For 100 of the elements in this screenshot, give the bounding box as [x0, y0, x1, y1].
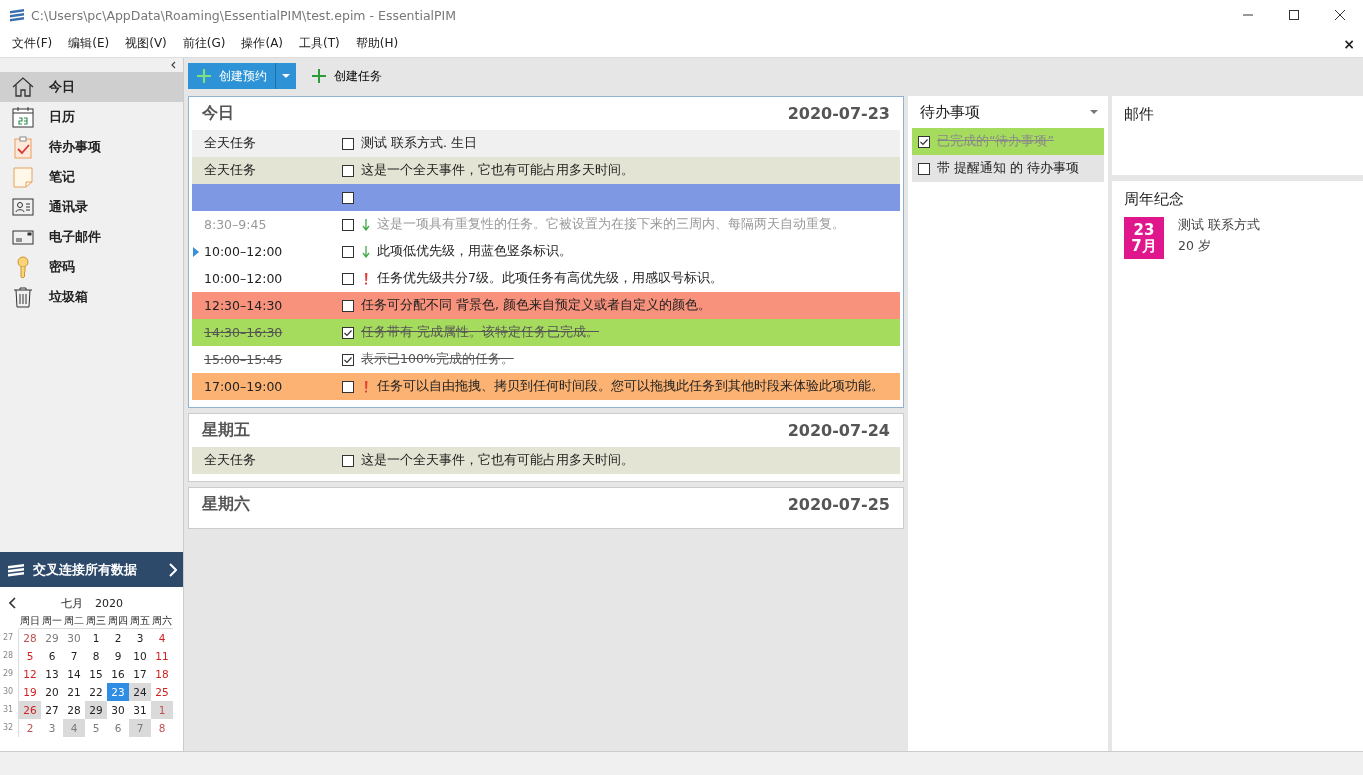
- checkbox[interactable]: [342, 353, 354, 366]
- checkbox[interactable]: [342, 380, 354, 393]
- crosslink-bar[interactable]: 交叉连接所有数据: [0, 552, 183, 587]
- plus-icon: [197, 69, 211, 83]
- event-text: 这是一个全天事件，它也有可能占用多天时间。: [361, 162, 634, 179]
- checkbox[interactable]: [342, 191, 354, 204]
- calendar-day[interactable]: 7: [63, 647, 85, 665]
- calendar-day[interactable]: 30: [63, 629, 85, 647]
- previous-month-icon[interactable]: [9, 597, 17, 609]
- weekday-label: 周日: [19, 614, 41, 629]
- sidebar-item[interactable]: 笔记: [0, 162, 183, 192]
- calendar-day[interactable]: 5: [85, 719, 107, 737]
- sidebar-item[interactable]: 日历: [0, 102, 183, 132]
- calendar-day[interactable]: 21: [63, 683, 85, 701]
- checkbox[interactable]: [342, 218, 354, 231]
- calendar-day[interactable]: 10: [129, 647, 151, 665]
- sidebar-item[interactable]: 垃圾箱: [0, 282, 183, 312]
- day-date: 2020-07-24: [787, 421, 890, 440]
- calendar-day[interactable]: 22: [85, 683, 107, 701]
- calendar-day[interactable]: 11: [151, 647, 173, 665]
- event-text: 这是一个全天事件，它也有可能占用多天时间。: [361, 452, 634, 469]
- calendar-day[interactable]: 9: [107, 647, 129, 665]
- menu-close-button[interactable]: ×: [1343, 35, 1363, 52]
- sidebar-item[interactable]: 通讯录: [0, 192, 183, 222]
- checkbox[interactable]: [342, 137, 354, 150]
- dropdown-icon[interactable]: [1090, 110, 1098, 114]
- calendar-day[interactable]: 18: [151, 665, 173, 683]
- event-row[interactable]: 14:30–16:30 任务带有 完成属性。该特定任务已完成。: [192, 319, 900, 346]
- calendar-day[interactable]: 1: [85, 629, 107, 647]
- checkbox[interactable]: [342, 245, 354, 258]
- week-number: 29: [3, 665, 19, 683]
- calendar-day[interactable]: 20: [41, 683, 63, 701]
- calendar-day[interactable]: 27: [41, 701, 63, 719]
- checkbox[interactable]: [342, 454, 354, 467]
- checkbox[interactable]: [342, 164, 354, 177]
- checkbox[interactable]: [918, 162, 930, 175]
- menu-item[interactable]: 操作(A): [233, 35, 292, 52]
- day-date: 2020-07-23: [787, 104, 890, 123]
- todo-text: 已完成的“待办事项”: [937, 133, 1054, 150]
- year-label: 2020: [95, 596, 123, 610]
- calendar-day[interactable]: 31: [129, 701, 151, 719]
- calendar-day[interactable]: 26: [19, 701, 41, 719]
- new-task-button[interactable]: 创建任务: [308, 63, 386, 89]
- close-icon[interactable]: [1335, 10, 1345, 20]
- panel-title: 周年纪念: [1124, 190, 1185, 209]
- window-title: C:\Users\pc\AppData\Roaming\EssentialPIM\test.epim - EssentialPIM: [31, 7, 457, 23]
- event-row[interactable]: 17:00–19:00 任务可以自由拖拽、拷贝到任何时间段。您可以拖拽此任务到其他时段来体验此项功能。: [192, 373, 900, 400]
- menu-item[interactable]: 帮助(H): [347, 35, 407, 52]
- checkbox[interactable]: [342, 272, 354, 285]
- calendar-day[interactable]: 3: [129, 629, 151, 647]
- sidebar-item[interactable]: 今日: [0, 72, 183, 102]
- menu-item[interactable]: 工具(T): [291, 35, 348, 52]
- week-number: 32: [3, 719, 19, 737]
- calendar-day[interactable]: 19: [19, 683, 41, 701]
- dropdown-button[interactable]: [276, 63, 296, 89]
- calendar-day[interactable]: 8: [85, 647, 107, 665]
- calendar-day[interactable]: 5: [19, 647, 41, 665]
- collapse-icon[interactable]: [170, 61, 176, 69]
- menu-item[interactable]: 文件(F): [4, 35, 61, 52]
- calendar-day[interactable]: 12: [19, 665, 41, 683]
- event-row[interactable]: 全天任务 这是一个全天事件，它也有可能占用多天时间。: [192, 447, 900, 474]
- calendar-day[interactable]: 13: [41, 665, 63, 683]
- calendar-day[interactable]: 2: [19, 719, 41, 737]
- calendar-day[interactable]: 25: [151, 683, 173, 701]
- calendar-day[interactable]: 16: [107, 665, 129, 683]
- calendar-day[interactable]: 29: [85, 701, 107, 719]
- calendar-day[interactable]: 14: [63, 665, 85, 683]
- calendar-day[interactable]: 2: [107, 629, 129, 647]
- day-title: 星期五: [202, 420, 250, 441]
- sidebar-item[interactable]: 待办事项: [0, 132, 183, 162]
- weekday-label: 周三: [85, 614, 107, 629]
- event-row[interactable]: 12:30–14:30 任务可分配不同 背景色, 颜色来自预定义或者自定义的颜色。: [192, 292, 900, 319]
- checkbox[interactable]: [918, 135, 930, 148]
- calendar-day[interactable]: 28: [63, 701, 85, 719]
- calendar-day[interactable]: 24: [129, 683, 151, 701]
- panel-title: 待办事项: [920, 102, 980, 122]
- calendar-day[interactable]: 4: [151, 629, 173, 647]
- calendar-day[interactable]: 6: [107, 719, 129, 737]
- sidebar-item[interactable]: 电子邮件: [0, 222, 183, 252]
- calendar-day[interactable]: 17: [129, 665, 151, 683]
- menu-item[interactable]: 前往(G): [174, 35, 234, 52]
- panel-title: 邮件: [1124, 105, 1154, 124]
- calendar-day[interactable]: 8: [151, 719, 173, 737]
- calendar-day[interactable]: 3: [41, 719, 63, 737]
- month-label: 七月: [61, 595, 83, 611]
- event-time: 15:00–15:45: [204, 352, 284, 367]
- calendar-day[interactable]: 29: [41, 629, 63, 647]
- calendar-day[interactable]: 30: [107, 701, 129, 719]
- checkbox[interactable]: [342, 299, 354, 312]
- calendar-day[interactable]: 28: [19, 629, 41, 647]
- calendar-day[interactable]: 6: [41, 647, 63, 665]
- maximize-icon[interactable]: [1289, 10, 1299, 20]
- menu-item[interactable]: 视图(V): [117, 35, 175, 52]
- checkbox[interactable]: [342, 326, 354, 339]
- sidebar-item[interactable]: 密码: [0, 252, 183, 282]
- menu-item[interactable]: 编辑(E): [60, 35, 118, 52]
- event-row[interactable]: 全天任务 这是一个全天事件，它也有可能占用多天时间。: [192, 157, 900, 184]
- calendar-day[interactable]: 15: [85, 665, 107, 683]
- event-row[interactable]: 全天任务 测试 联系方式. 生日: [192, 130, 900, 157]
- todo-item[interactable]: 带 提醒通知 的 待办事项: [912, 155, 1104, 182]
